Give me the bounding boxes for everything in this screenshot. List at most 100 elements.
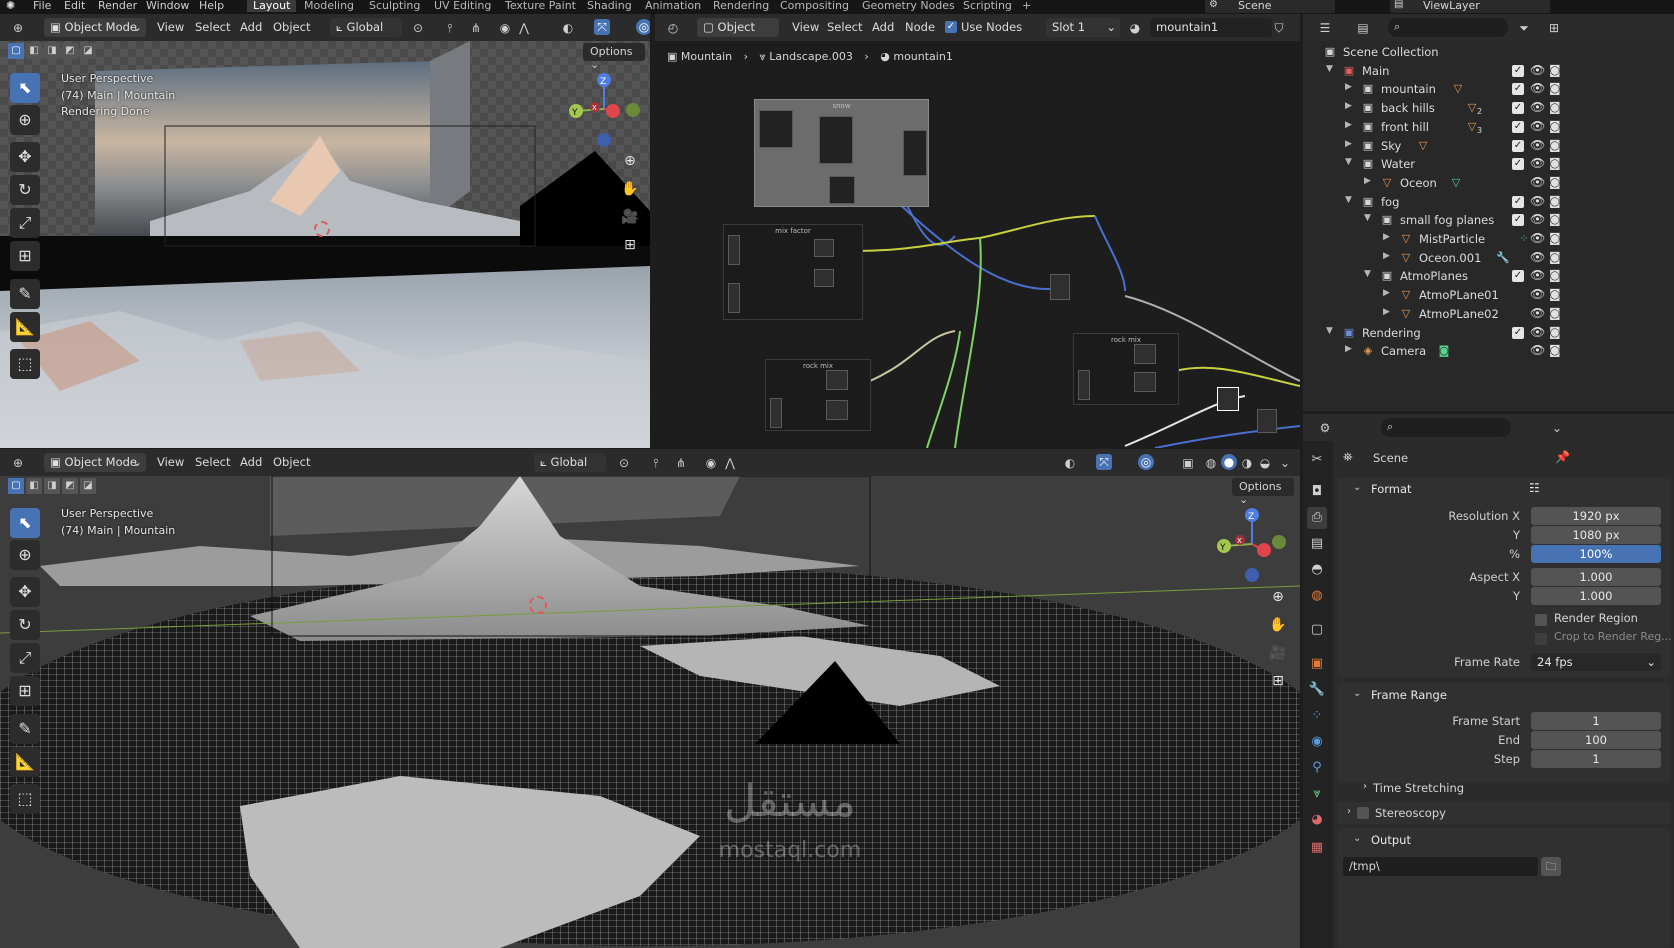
menu-view[interactable]: View xyxy=(157,455,184,469)
ortho-grid-icon[interactable]: ⊞ xyxy=(1265,668,1291,694)
new-collection-icon[interactable]: ⊞ xyxy=(1546,20,1562,36)
frame-rate-dropdown[interactable]: 24 fps ⌄ xyxy=(1531,653,1661,671)
stereoscopy-panel[interactable]: › Stereoscopy xyxy=(1337,802,1671,824)
add-cube-tool-icon[interactable]: ⬚ xyxy=(10,349,40,379)
snap-icon[interactable]: ⫯ xyxy=(648,455,664,471)
move-tool-icon[interactable]: ✥ xyxy=(10,142,40,172)
stereoscopy-checkbox[interactable] xyxy=(1357,807,1369,819)
node-menu-node[interactable]: Node xyxy=(905,20,935,34)
frame-rock-mix-1[interactable]: rock mix xyxy=(765,359,871,431)
eye-icon[interactable]: 👁 xyxy=(1530,343,1545,357)
frame-step-field[interactable]: 1 xyxy=(1531,750,1661,768)
pivot-icon[interactable]: ⊙ xyxy=(410,20,426,36)
rendered-shading-icon[interactable]: ◒ xyxy=(1257,455,1273,471)
constraints-tab-icon[interactable]: ⚲ xyxy=(1307,757,1327,779)
menu-file[interactable]: File xyxy=(33,0,51,12)
world-tab-icon[interactable]: ◍ xyxy=(1307,585,1327,607)
falloff-icon[interactable]: ⋀ xyxy=(516,20,532,36)
node-box[interactable] xyxy=(826,400,848,420)
camera-view-icon[interactable]: 🎥 xyxy=(1265,640,1291,666)
render-camera-icon[interactable]: ◙ xyxy=(1549,156,1561,170)
rotate-tool-icon[interactable]: ↻ xyxy=(10,175,40,205)
proportional-edit-icon[interactable]: ◉ xyxy=(497,20,513,36)
properties-type-icon[interactable]: ⚙ xyxy=(1317,420,1333,436)
render-camera-icon[interactable]: ◙ xyxy=(1549,250,1561,264)
resolution-y-field[interactable]: 1080 px xyxy=(1531,526,1661,544)
render-camera-icon[interactable]: ◙ xyxy=(1549,268,1561,282)
render-camera-icon[interactable]: ◙ xyxy=(1549,194,1561,208)
expand-closed-icon[interactable]: ▶ xyxy=(1345,139,1352,149)
eye-icon[interactable]: 👁 xyxy=(1530,287,1545,301)
wrench-icon[interactable]: 🔧 xyxy=(1496,251,1510,265)
outliner-row[interactable]: ▶ ▣ back hills ▽ 2 ✓ 👁 ◙ xyxy=(1303,99,1573,118)
tab-shading[interactable]: Shading xyxy=(587,0,632,12)
outliner-row[interactable]: ▶ ◈ Camera ◙ 👁 ◙ xyxy=(1303,342,1573,361)
texture-tab-icon[interactable]: ▦ xyxy=(1307,837,1327,859)
zoom-icon[interactable]: ⊕ xyxy=(617,148,643,174)
outliner-row[interactable]: ▶ ▣ mountain ▽ ✓ 👁 ◙ xyxy=(1303,80,1573,99)
select-invert-icon[interactable]: ◩ xyxy=(62,43,78,59)
scale-tool-icon[interactable]: ⤢ xyxy=(10,208,40,238)
node-menu-view[interactable]: View xyxy=(792,20,819,34)
select-box-tool-icon[interactable]: ⬉ xyxy=(10,73,40,103)
scene-tab-icon[interactable]: ◓ xyxy=(1307,559,1327,581)
exclude-checkbox[interactable]: ✓ xyxy=(1512,120,1524,133)
measure-tool-icon[interactable]: 📐 xyxy=(10,312,40,342)
camera-view-icon[interactable]: 🎥 xyxy=(617,204,643,230)
tab-animation[interactable]: Animation xyxy=(645,0,701,12)
expand-closed-icon[interactable]: ▶ xyxy=(1383,251,1390,261)
material-name-field[interactable]: mountain1 xyxy=(1150,18,1272,37)
exclude-checkbox[interactable]: ✓ xyxy=(1512,64,1524,77)
menu-view[interactable]: View xyxy=(157,20,184,34)
select-intersect-icon[interactable]: ◪ xyxy=(80,478,96,494)
eye-icon[interactable]: 👁 xyxy=(1530,119,1545,133)
menu-window[interactable]: Window xyxy=(146,0,189,12)
tab-layout[interactable]: Layout xyxy=(247,0,297,12)
tab-scripting[interactable]: Scripting xyxy=(963,0,1012,12)
eye-icon[interactable]: 👁 xyxy=(1530,194,1545,208)
outliner-row[interactable]: ▶ ▽ AtmoPLane01 👁 ◙ xyxy=(1303,286,1573,305)
properties-search-input[interactable]: ⌕ xyxy=(1381,418,1511,437)
outliner-type-icon[interactable]: ☰ xyxy=(1317,20,1333,36)
render-camera-icon[interactable]: ◙ xyxy=(1549,212,1561,226)
editor-type-icon[interactable]: ⊕ xyxy=(10,20,26,36)
visibility-icon[interactable]: ◐ xyxy=(1062,455,1078,471)
proportional-edit-icon[interactable]: ◉ xyxy=(703,455,719,471)
aspect-x-field[interactable]: 1.000 xyxy=(1531,568,1661,586)
tab-uv-editing[interactable]: UV Editing xyxy=(434,0,491,12)
render-camera-icon[interactable]: ◙ xyxy=(1549,81,1561,95)
editor-type-icon[interactable]: ⊕ xyxy=(10,455,26,471)
pin-icon[interactable]: 📌 xyxy=(1555,450,1570,464)
geometry-icon[interactable]: ▽ xyxy=(1449,176,1463,190)
camera-data-icon[interactable]: ◙ xyxy=(1437,344,1451,358)
render-camera-icon[interactable]: ◙ xyxy=(1549,119,1561,133)
tab-sculpting[interactable]: Sculpting xyxy=(369,0,420,12)
outliner-search-input[interactable]: ⌕ xyxy=(1388,18,1508,37)
format-panel-header[interactable]: ⌄ Format ☷ xyxy=(1343,477,1663,501)
outliner-row[interactable]: ▶ ▽ AtmoPLane02 👁 ◙ xyxy=(1303,305,1573,324)
gizmo-toggle-icon[interactable]: ⤧ xyxy=(1096,454,1112,470)
menu-edit[interactable]: Edit xyxy=(64,0,85,12)
menu-object[interactable]: Object xyxy=(273,20,310,34)
node-editor-canvas[interactable]: ▣ Mountain › ⩔ Landscape.003 › ◕ mountai… xyxy=(655,41,1300,448)
annotate-tool-icon[interactable]: ✎ xyxy=(10,714,40,744)
exclude-checkbox[interactable]: ✓ xyxy=(1512,158,1524,171)
node-box[interactable] xyxy=(728,283,740,313)
expand-open-icon[interactable]: ▼ xyxy=(1345,195,1352,205)
gizmo-toggle-icon[interactable]: ⤧ xyxy=(594,19,610,35)
xray-icon[interactable]: ▣ xyxy=(1180,455,1196,471)
node-box[interactable] xyxy=(903,130,927,176)
render-camera-icon[interactable]: ◙ xyxy=(1549,63,1561,77)
expand-closed-icon[interactable]: ▶ xyxy=(1345,120,1352,130)
transform-tool-icon[interactable]: ⊞ xyxy=(10,241,40,271)
select-invert-icon[interactable]: ◩ xyxy=(62,478,78,494)
select-extend-icon[interactable]: ◧ xyxy=(26,43,42,59)
mesh-tag-icon[interactable]: ▽ xyxy=(1416,139,1430,153)
node-box[interactable] xyxy=(1134,372,1156,392)
material-tab-icon[interactable]: ◕ xyxy=(1307,809,1327,831)
output-node[interactable] xyxy=(1257,409,1277,433)
eye-icon[interactable]: 👁 xyxy=(1530,306,1545,320)
render-camera-icon[interactable]: ◙ xyxy=(1549,175,1561,189)
expand-open-icon[interactable]: ▼ xyxy=(1326,326,1333,336)
overlay-toggle-icon[interactable]: ◎ xyxy=(636,19,650,35)
